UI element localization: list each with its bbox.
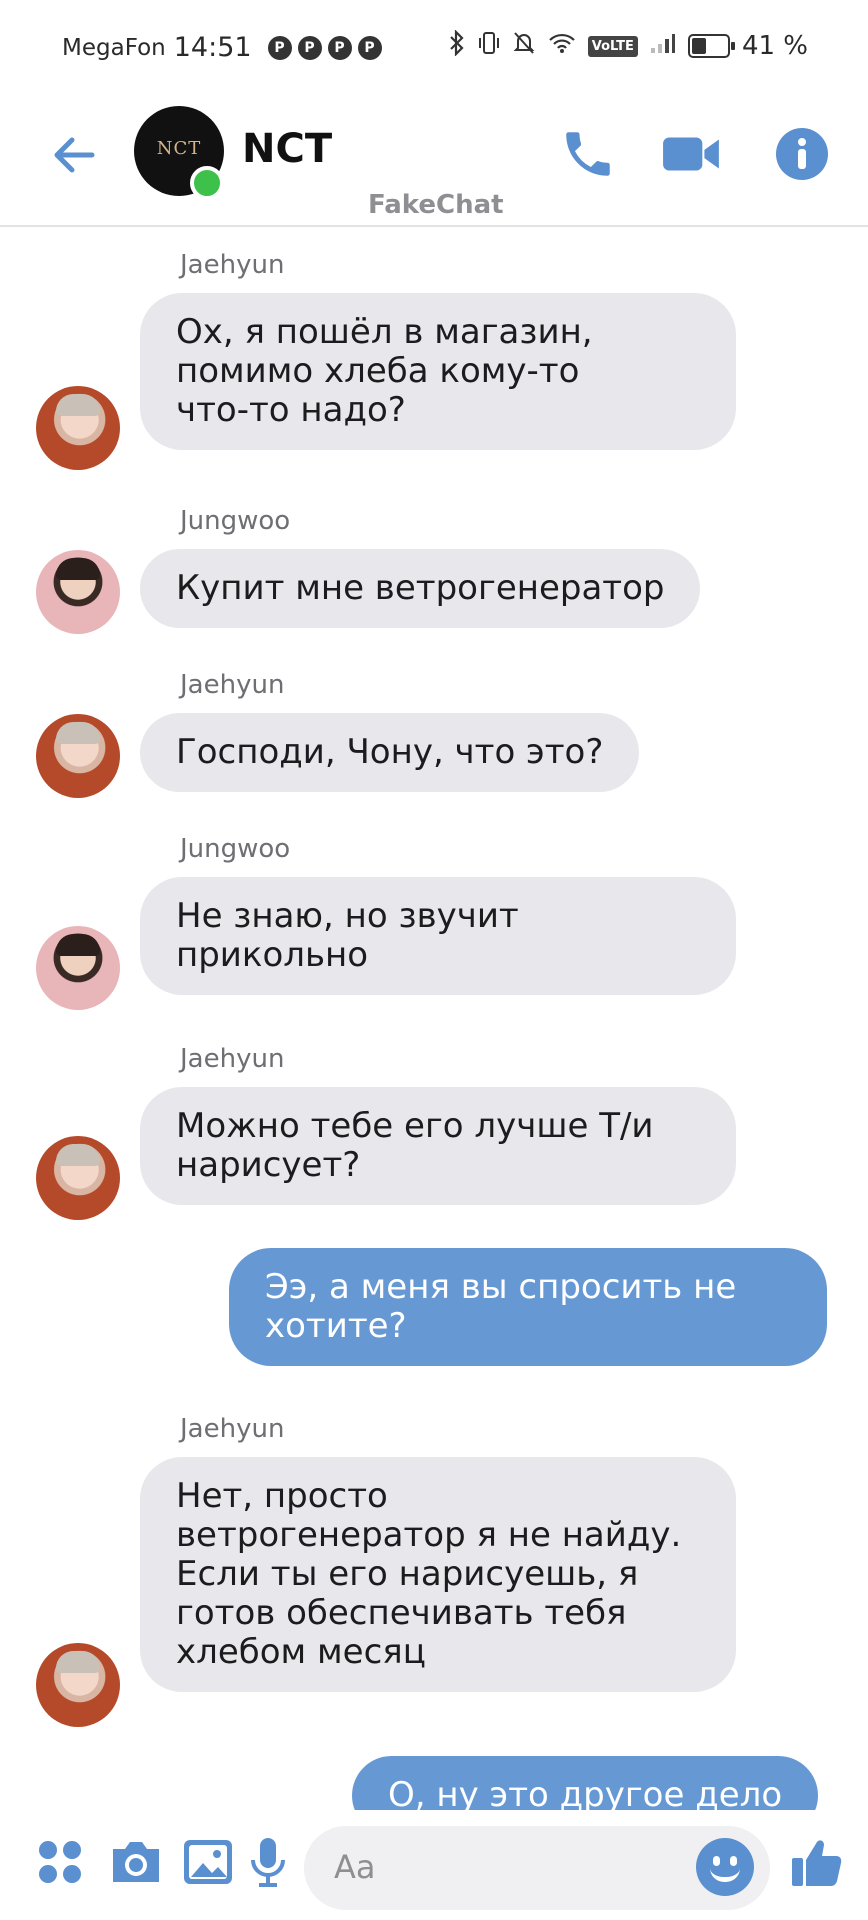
pinterest-notification-icon: P (327, 35, 352, 60)
battery-icon (687, 34, 735, 58)
chat-header: NCT NCT FakeChat (0, 100, 868, 227)
emoji-icon-eye (713, 1856, 720, 1866)
message-bubble[interactable]: Можно тебе его лучше Т/и нарисует? (140, 1087, 736, 1205)
avatar-jaehyun[interactable] (36, 714, 120, 798)
avatar-hair (56, 934, 100, 956)
avatar-hair (56, 1651, 100, 1673)
emoji-icon-mouth (710, 1868, 740, 1882)
avatar-jungwoo[interactable] (36, 550, 120, 634)
message-line: прикольно (176, 935, 369, 975)
message-sender: Jaehyun (180, 1414, 285, 1444)
message-line: помимо хлеба кому-то (176, 351, 580, 391)
message-bubble[interactable]: Ох, я пошёл в магазин, помимо хлеба кому… (140, 293, 736, 450)
camera-icon (113, 1842, 159, 1882)
message-sender: Jaehyun (180, 1044, 285, 1074)
signal-icon (650, 32, 676, 60)
message-bubble[interactable]: Купит мне ветрогенератор (140, 549, 701, 628)
back-arrow-icon (54, 137, 95, 173)
apps-button[interactable] (30, 1832, 90, 1892)
message-input-placeholder: Aa (334, 1848, 376, 1886)
voice-button[interactable] (238, 1832, 298, 1892)
camera-button[interactable] (106, 1832, 166, 1892)
message-sender: Jaehyun (180, 670, 285, 700)
back-button[interactable] (48, 128, 102, 182)
emoji-icon-eye (730, 1856, 737, 1866)
message-line: ветрогенератор я не найду. (176, 1515, 682, 1555)
apps-grid-icon (39, 1841, 81, 1883)
message-line: Ох, я пошёл в магазин, (176, 312, 593, 352)
message-bubble[interactable]: Не знаю, но звучит прикольно (140, 877, 736, 995)
microphone-icon (251, 1838, 285, 1887)
message-input[interactable]: Aa (304, 1826, 770, 1910)
emoji-button[interactable] (696, 1838, 754, 1896)
message-sender: Jungwoo (180, 834, 291, 864)
message-line: хотите? (265, 1306, 407, 1346)
message-line: Нет, просто (176, 1476, 388, 1516)
battery-percent: 41 % (741, 31, 808, 61)
phone-icon (566, 132, 610, 176)
wifi-icon (548, 32, 576, 60)
message-line: Господи, Чону, что это? (176, 732, 604, 772)
chat-title[interactable]: NCT (242, 126, 332, 172)
avatar-jungwoo[interactable] (36, 926, 120, 1010)
video-camera-icon (663, 137, 719, 171)
bluetooth-icon (448, 29, 466, 62)
app-watermark: FakeChat (368, 190, 504, 220)
message-line: Можно тебе его лучше Т/и (176, 1106, 654, 1146)
info-button[interactable] (770, 122, 834, 186)
avatar-hair (56, 1144, 100, 1166)
message-sender: Jungwoo (180, 506, 291, 536)
message-composer: Aa (0, 1810, 868, 1920)
carrier-name: MegaFon (62, 34, 166, 61)
mute-bell-icon (512, 30, 536, 62)
status-left: MegaFon 14:51 P P P P (62, 32, 382, 63)
avatar-hair (56, 722, 100, 744)
avatar-hair (56, 394, 100, 416)
status-right: VoLTE 41 % (448, 29, 808, 62)
avatar-jaehyun[interactable] (36, 386, 120, 470)
online-status-indicator (190, 166, 224, 200)
pinterest-notification-icon: P (267, 35, 292, 60)
message-sender: Jaehyun (180, 250, 285, 280)
group-logo: NCT (156, 138, 202, 159)
like-button[interactable] (788, 1832, 848, 1892)
thumbs-up-icon (792, 1840, 842, 1886)
video-call-button[interactable] (660, 122, 724, 186)
volte-badge: VoLTE (587, 35, 638, 57)
message-line: хлебом месяц (176, 1632, 426, 1672)
message-line: Если ты его нарисуешь, я (176, 1554, 639, 1594)
message-bubble[interactable]: Нет, просто ветрогенератор я не найду. Е… (140, 1457, 736, 1692)
avatar-hair (56, 558, 100, 580)
battery-level (691, 38, 706, 54)
message-line: что-то надо? (176, 390, 406, 430)
message-line: Купит мне ветрогенератор (176, 568, 665, 608)
status-bar: MegaFon 14:51 P P P P VoLTE 41 % (0, 0, 868, 100)
image-icon (184, 1840, 232, 1884)
call-button[interactable] (556, 122, 620, 186)
pinterest-notification-icon: P (357, 35, 382, 60)
avatar-jaehyun[interactable] (36, 1136, 120, 1220)
vibrate-icon (478, 30, 500, 62)
info-icon (776, 128, 828, 180)
message-line: Не знаю, но звучит (176, 896, 519, 936)
clock: 14:51 (173, 32, 252, 63)
my-message-bubble[interactable]: Ээ, а меня вы спросить не хотите? (229, 1248, 827, 1366)
pinterest-notification-icon: P (297, 35, 322, 60)
avatar-jaehyun[interactable] (36, 1643, 120, 1727)
message-line: Ээ, а меня вы спросить не (265, 1267, 737, 1307)
message-line: нарисует? (176, 1145, 361, 1185)
notification-icons: P P P P (267, 35, 382, 60)
message-line: готов обеспечивать тебя (176, 1593, 627, 1633)
gallery-button[interactable] (178, 1832, 238, 1892)
message-bubble[interactable]: Господи, Чону, что это? (140, 713, 640, 792)
